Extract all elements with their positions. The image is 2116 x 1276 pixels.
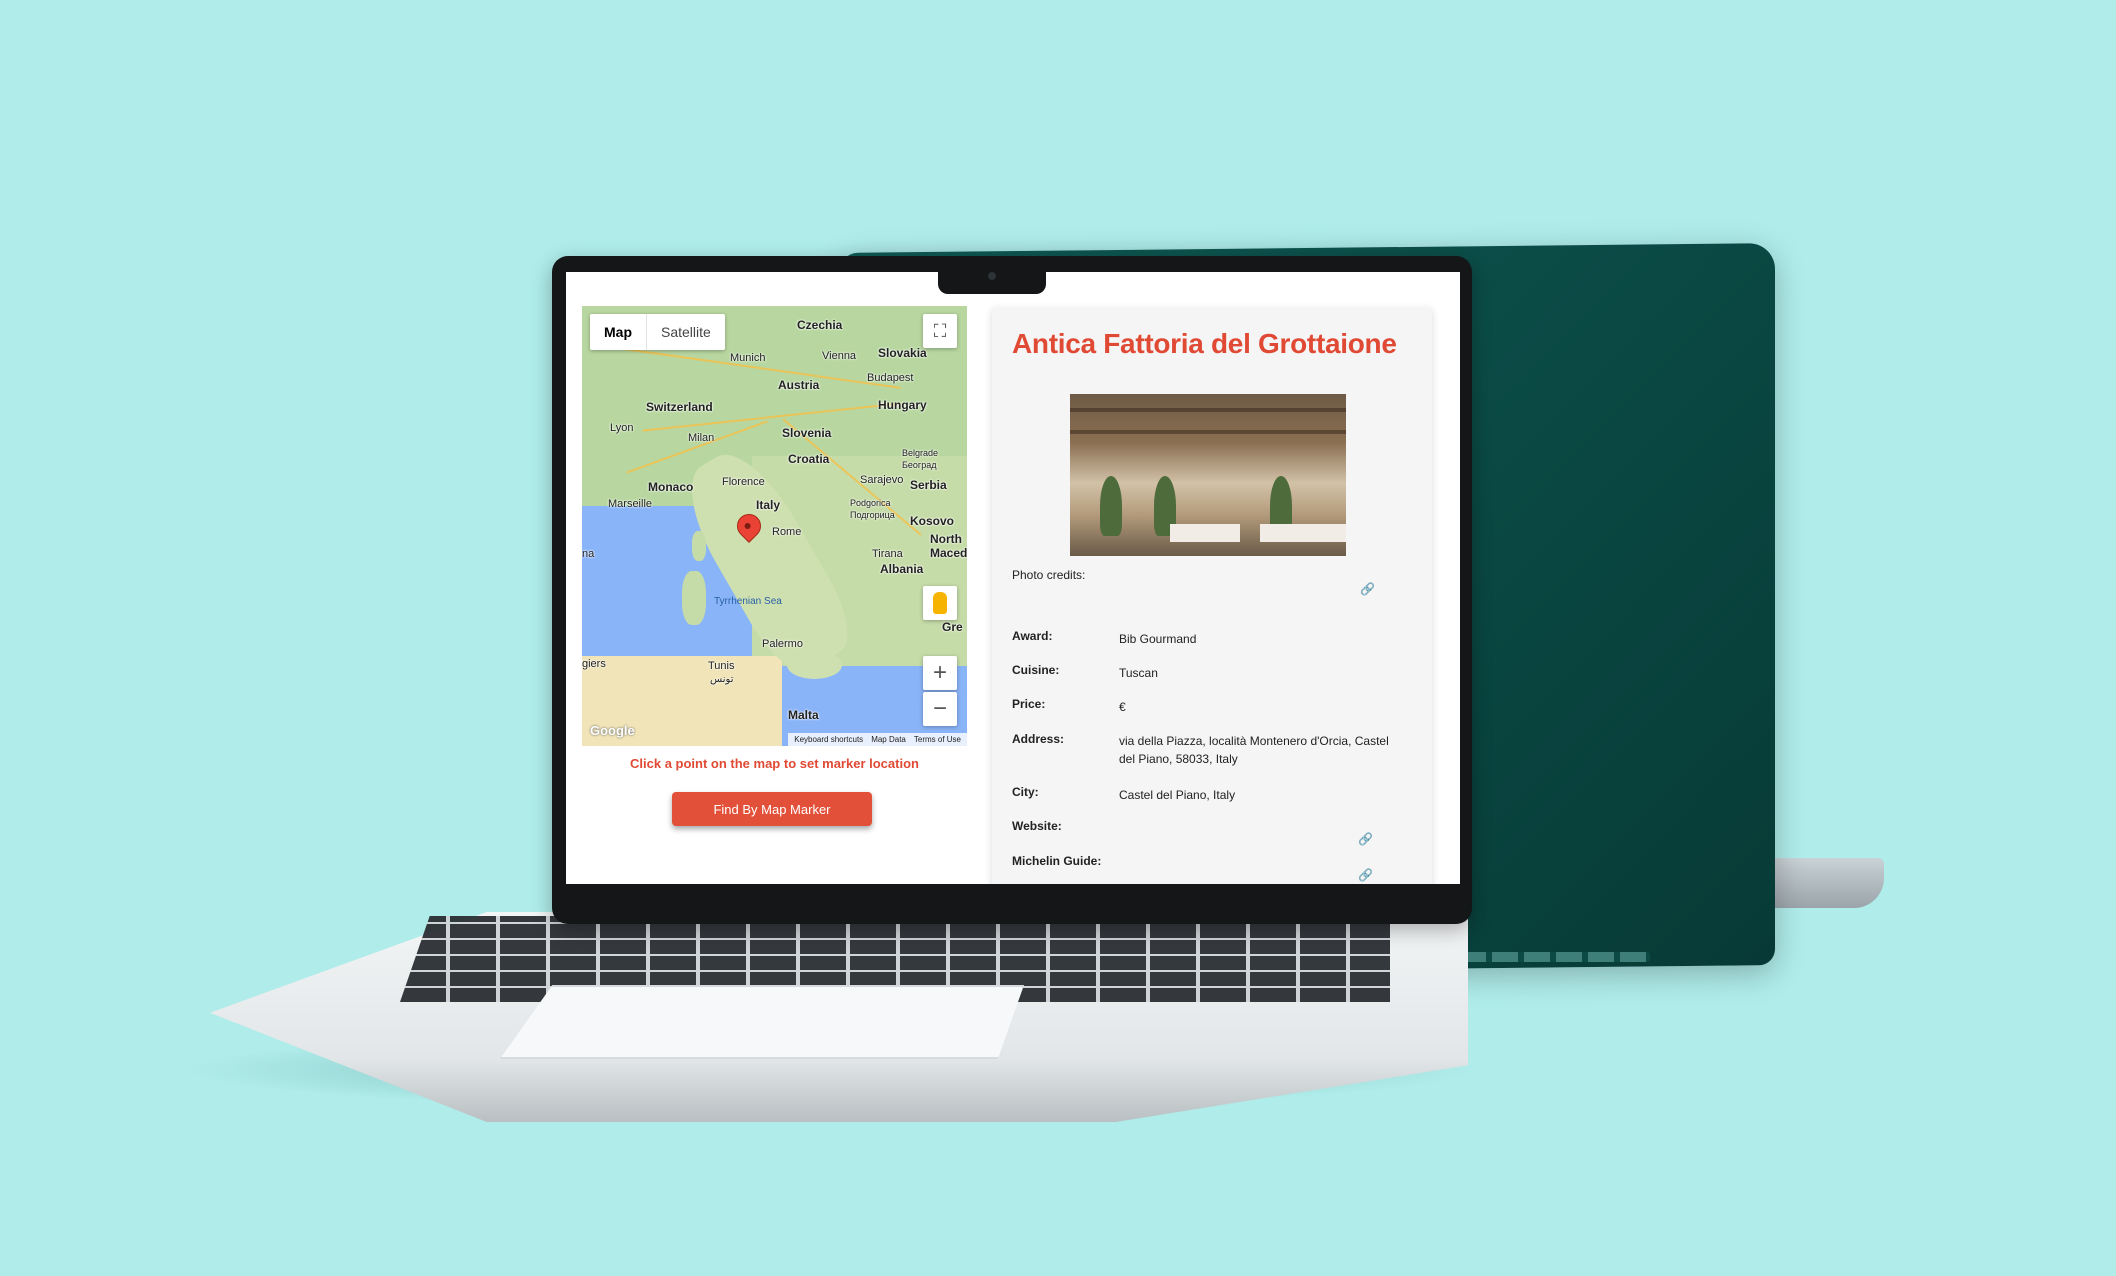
zoom-out-button[interactable]: − — [923, 692, 957, 726]
map-label: Gre — [942, 620, 963, 634]
photo-table — [1170, 524, 1240, 542]
pegman-figure — [933, 592, 947, 614]
map-label: Malta — [788, 708, 819, 722]
map-label: Munich — [730, 352, 766, 364]
price-label: Price: — [1012, 697, 1046, 711]
terms-link[interactable]: Terms of Use — [914, 735, 961, 744]
camera-icon — [988, 272, 996, 280]
address-value: via della Piazza, località Montenero d'O… — [1119, 734, 1389, 766]
map-label: Slovakia — [878, 346, 927, 360]
google-logo: Google — [590, 723, 635, 738]
plus-icon: + — [932, 659, 947, 686]
camera-notch — [938, 262, 1046, 294]
link-icon[interactable]: 🔗 — [1360, 582, 1375, 596]
map-label: giers — [582, 658, 606, 670]
restaurant-panel: Antica Fattoria del Grottaione Photo cre… — [992, 308, 1432, 884]
map-label: Vienna — [822, 350, 857, 362]
map-label: Italy — [756, 498, 781, 512]
map-label: Milan — [688, 432, 715, 444]
map-data-link[interactable]: Map Data — [871, 735, 906, 744]
michelin-link-icon[interactable]: 🔗 — [1358, 868, 1373, 882]
map-label: Belgrade — [902, 448, 939, 458]
find-by-marker-button[interactable]: Find By Map Marker — [672, 792, 872, 826]
map-label: Slovenia — [782, 426, 832, 440]
cuisine-label: Cuisine: — [1012, 663, 1060, 677]
map-label: Sarajevo — [860, 474, 904, 486]
restaurant-title: Antica Fattoria del Grottaione — [1012, 328, 1397, 359]
map-label: Albania — [880, 562, 924, 576]
award-label: Award: — [1012, 629, 1053, 643]
website-label: Website: — [1012, 819, 1062, 833]
map-attribution: Keyboard shortcuts Map Data Terms of Use — [788, 733, 967, 746]
map-label: Podgorica — [850, 498, 891, 508]
back-laptop-ports — [1460, 952, 1650, 962]
map-label: Marseille — [608, 498, 653, 510]
map-label: Подгорица — [850, 510, 895, 520]
keyboard-shortcuts-link[interactable]: Keyboard shortcuts — [794, 735, 863, 744]
map-hint: Click a point on the map to set marker l… — [630, 756, 919, 771]
browser-screen: Czechia Munich Vienna Slovakia Budapest … — [566, 272, 1460, 884]
map-label: Austria — [778, 378, 820, 392]
trackpad — [500, 985, 1024, 1059]
map-label: Kosovo — [910, 514, 955, 528]
map-label: Monaco — [648, 480, 694, 494]
map-type-satellite-button[interactable]: Satellite — [647, 314, 725, 350]
map-label: Tunis — [708, 660, 735, 672]
photo-beam — [1070, 408, 1346, 412]
map-type-toggle: Map Satellite — [590, 314, 725, 350]
map-label: na — [582, 548, 595, 560]
map-label: Palermo — [762, 638, 803, 650]
map-label: Tyrrhenian Sea — [714, 596, 782, 607]
photo-plant — [1100, 476, 1122, 536]
map-label: Rome — [772, 526, 802, 538]
address-label: Address: — [1012, 732, 1065, 746]
restaurant-photo — [1070, 394, 1346, 556]
fullscreen-icon[interactable]: ⛶ — [923, 314, 957, 348]
website-link-icon[interactable]: 🔗 — [1358, 832, 1373, 846]
map-land-sardinia — [682, 571, 706, 625]
map-label: تونس — [710, 674, 734, 685]
photo-beam — [1070, 430, 1346, 434]
city-value: Castel del Piano, Italy — [1119, 788, 1236, 802]
map-label: Београд — [902, 460, 937, 470]
pegman-icon[interactable] — [923, 586, 957, 620]
photo-table — [1260, 524, 1346, 542]
map-label: North Macedon — [930, 532, 967, 560]
map-label: Hungary — [878, 398, 927, 412]
map-label: Czechia — [797, 318, 843, 332]
price-value: € — [1119, 700, 1126, 714]
award-value: Bib Gourmand — [1119, 632, 1197, 646]
map-label: Tirana — [872, 548, 903, 560]
map-label: Serbia — [910, 478, 947, 492]
map-land-corsica — [692, 531, 706, 561]
cuisine-value: Tuscan — [1119, 666, 1158, 680]
map-label: Switzerland — [646, 400, 713, 414]
city-label: City: — [1012, 785, 1039, 799]
map-label: Budapest — [867, 372, 914, 384]
photo-credits-label: Photo credits: — [1012, 568, 1086, 582]
zoom-in-button[interactable]: + — [923, 656, 957, 690]
michelin-guide-label: Michelin Guide: — [1012, 854, 1102, 868]
minus-icon: − — [932, 695, 947, 722]
map-type-map-button[interactable]: Map — [590, 314, 647, 350]
map-label: Florence — [722, 476, 765, 488]
map-land-sicily — [787, 651, 842, 679]
map-label: Croatia — [788, 452, 830, 466]
map-label: Lyon — [610, 422, 634, 434]
map-view[interactable]: Czechia Munich Vienna Slovakia Budapest … — [582, 306, 967, 746]
